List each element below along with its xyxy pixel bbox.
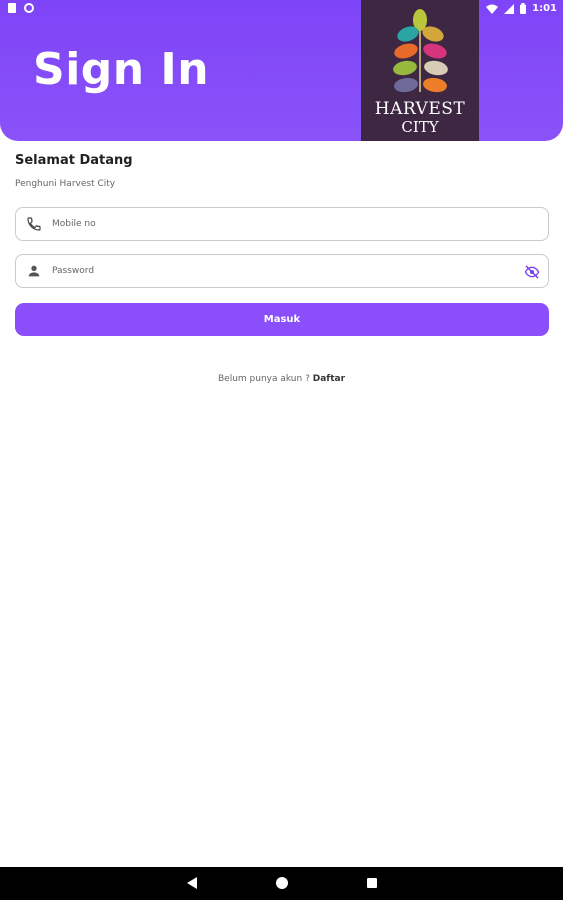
daftar-link[interactable]: Daftar: [313, 374, 345, 384]
signal-icon: [504, 3, 515, 14]
logo-text-city: CITY: [401, 118, 439, 136]
navigation-bar: [0, 867, 563, 900]
eye-off-icon[interactable]: [524, 264, 540, 280]
sim-card-icon: [8, 3, 16, 13]
harvest-city-logo: HARVEST CITY: [361, 0, 479, 141]
home-icon[interactable]: [276, 877, 288, 889]
mobile-input[interactable]: [50, 208, 520, 240]
password-field[interactable]: [15, 254, 549, 288]
recent-apps-icon[interactable]: [367, 878, 377, 888]
sign-in-screen: 1:01 Sign In HARVEST CITY Selamat Datang…: [0, 0, 563, 900]
battery-icon: [520, 3, 527, 14]
masuk-button[interactable]: Masuk: [15, 303, 549, 336]
sync-icon: [24, 3, 34, 13]
person-icon: [28, 265, 40, 277]
mobile-field[interactable]: [15, 207, 549, 241]
welcome-subtitle: Penghuni Harvest City: [15, 179, 116, 189]
status-time: 1:01: [532, 3, 557, 14]
welcome-heading: Selamat Datang: [15, 153, 133, 168]
password-input[interactable]: [50, 255, 520, 287]
page-title: Sign In: [33, 44, 210, 95]
signup-prompt: Belum punya akun ? Daftar: [0, 374, 563, 384]
signup-text: Belum punya akun ?: [217, 374, 310, 384]
leaf-tree-icon: [393, 9, 448, 93]
back-icon[interactable]: [187, 877, 197, 889]
header: 1:01 Sign In HARVEST CITY: [0, 0, 563, 141]
logo-text-harvest: HARVEST: [374, 99, 466, 119]
phone-icon: [27, 217, 41, 231]
wifi-icon: [486, 4, 499, 14]
